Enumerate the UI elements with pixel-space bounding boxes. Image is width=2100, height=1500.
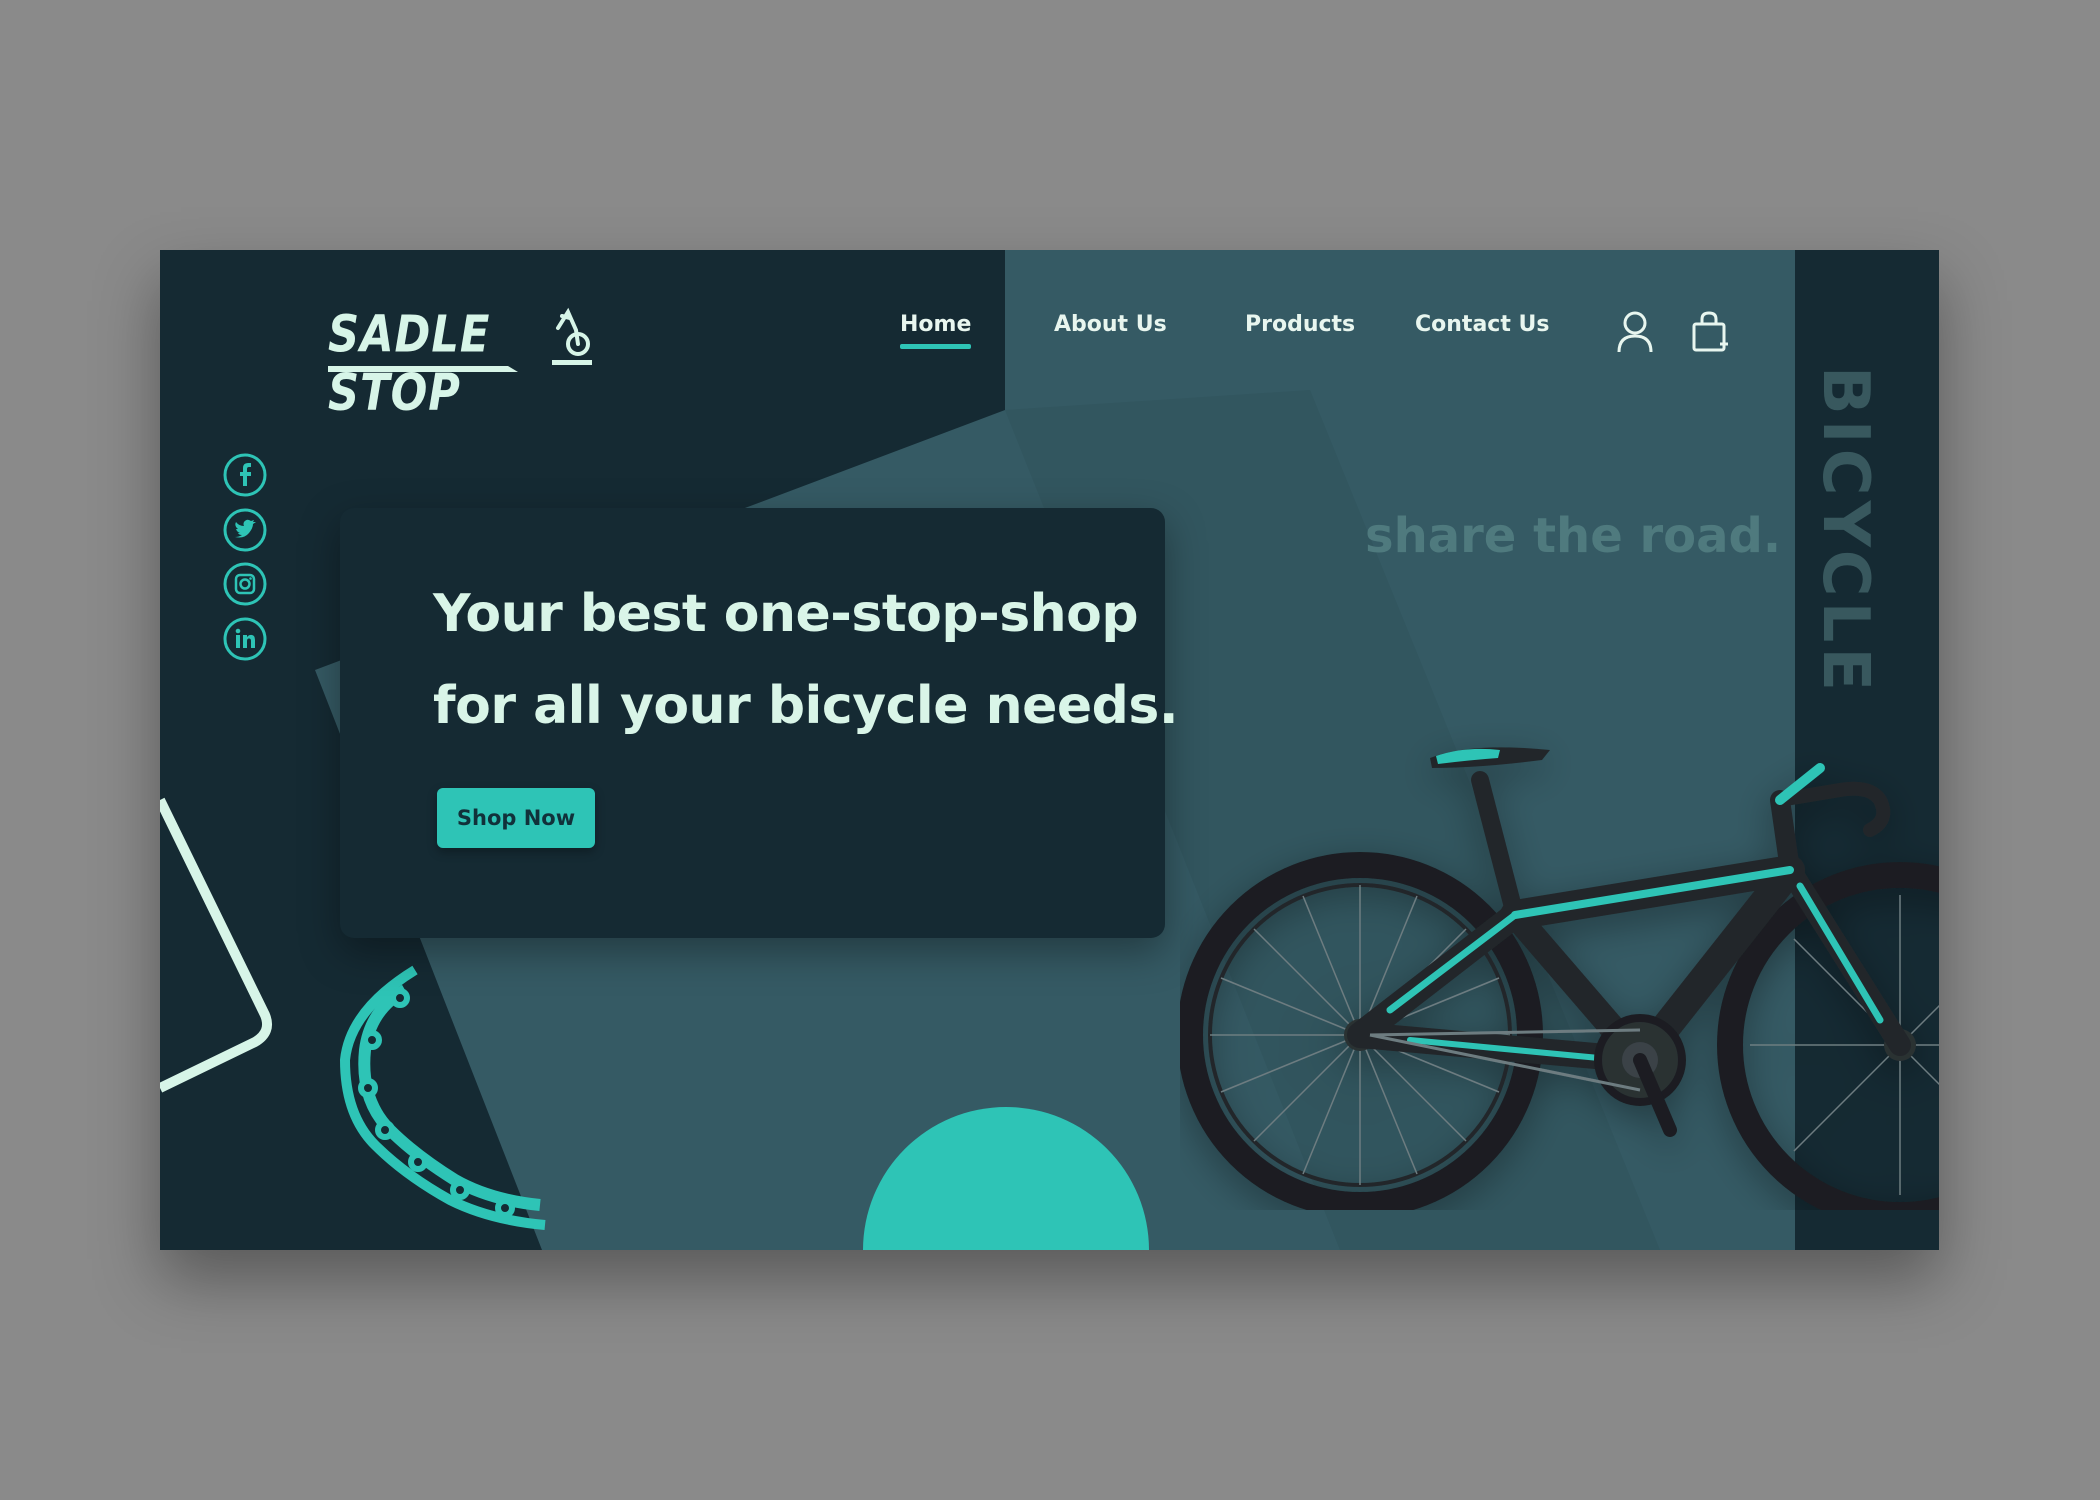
cart-button[interactable] xyxy=(1690,310,1730,354)
twitter-link[interactable] xyxy=(222,507,268,553)
vertical-brand-word: BICYCLE xyxy=(1808,366,1882,697)
nav-contact-us[interactable]: Contact Us xyxy=(1415,312,1549,337)
nav-home[interactable]: Home xyxy=(900,312,972,349)
user-button[interactable] xyxy=(1615,310,1655,354)
instagram-icon xyxy=(223,562,267,606)
facebook-icon xyxy=(223,453,267,497)
outline-shape xyxy=(160,797,272,1093)
bicycle-image xyxy=(1180,747,1939,1210)
facebook-link[interactable] xyxy=(222,452,268,498)
hero-headline-line-1: Your best one-stop-shop xyxy=(433,584,1139,644)
linkedin-icon xyxy=(223,617,267,661)
shopping-bag-icon xyxy=(1692,311,1728,352)
nav-products[interactable]: Products xyxy=(1245,312,1355,337)
page-frame: SADLE STOP Home About Us Products Contac… xyxy=(160,250,1939,1250)
nav-about-us[interactable]: About Us xyxy=(1054,312,1167,337)
bicycle-rider-icon xyxy=(552,307,592,365)
twitter-icon xyxy=(223,508,267,552)
tagline: share the road. xyxy=(1365,508,1782,564)
brand-logo[interactable]: SADLE STOP xyxy=(328,305,598,423)
linkedin-link[interactable] xyxy=(222,616,268,662)
hero-headline-line-2: for all your bicycle needs. xyxy=(433,676,1179,736)
user-icon xyxy=(1617,311,1653,353)
shop-now-button[interactable]: Shop Now xyxy=(437,788,595,848)
instagram-link[interactable] xyxy=(222,561,268,607)
logo-underline xyxy=(328,366,518,372)
